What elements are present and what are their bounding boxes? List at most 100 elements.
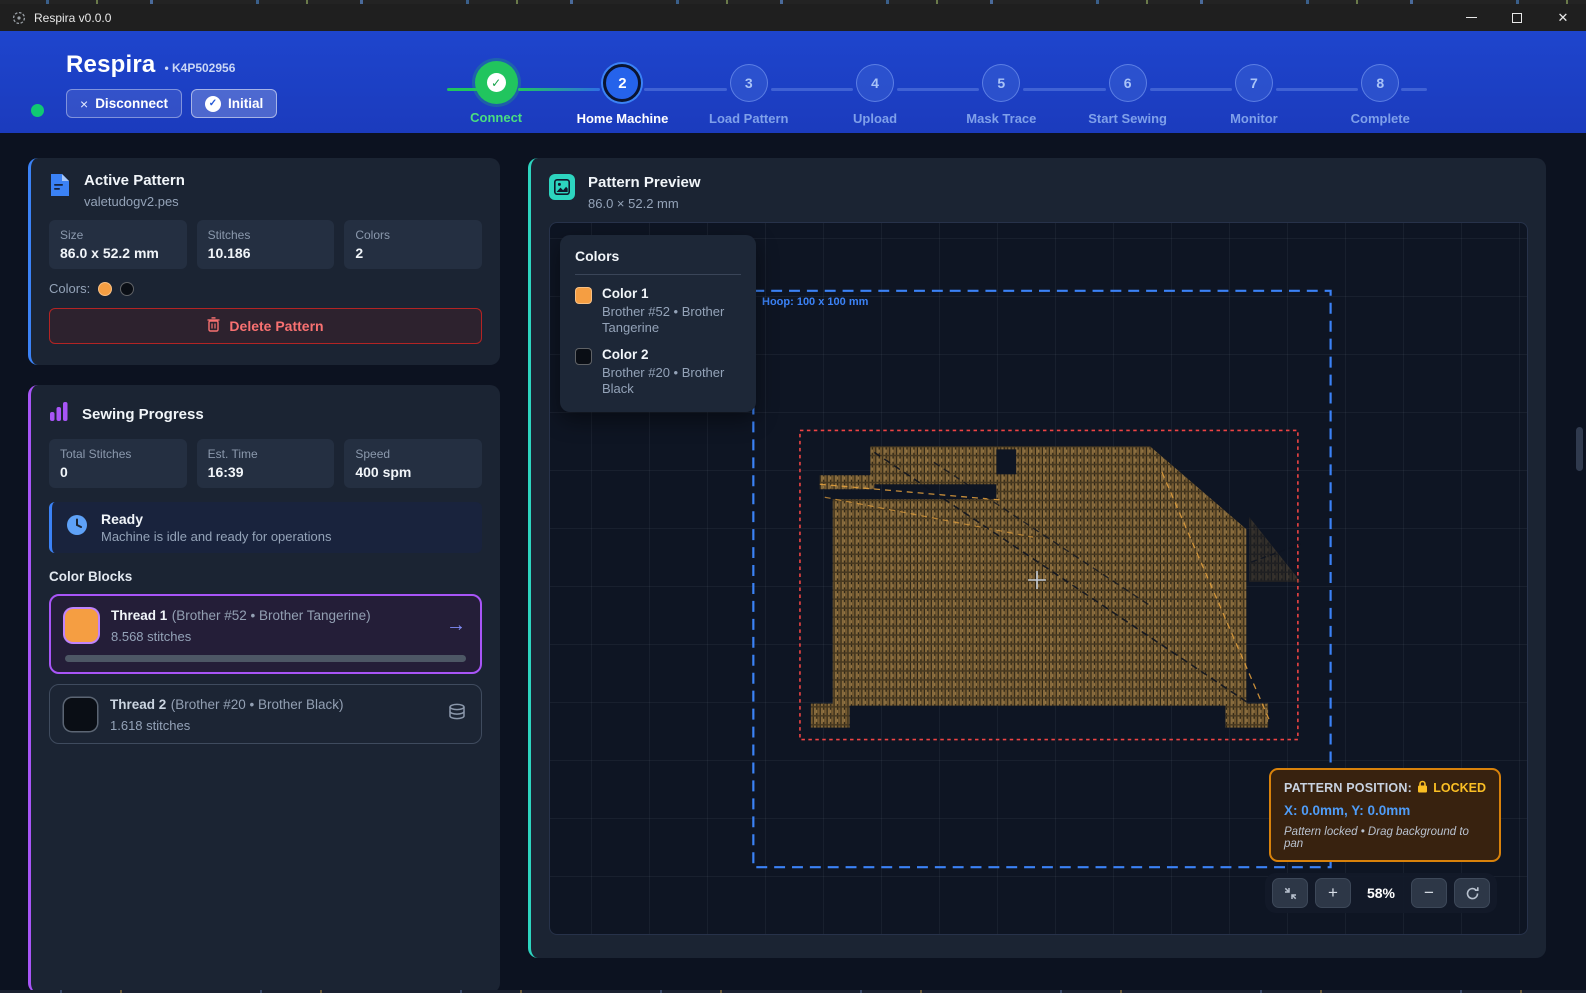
legend-color-detail: Brother #52 • Brother Tangerine [602, 304, 741, 337]
minus-icon: − [1424, 883, 1434, 903]
machine-serial: • K4P502956 [164, 61, 235, 75]
thread-block-1[interactable]: Thread 1 (Brother #52 • Brother Tangerin… [49, 594, 482, 674]
workflow-stepper: ✓ Connect 2 Home Machine 3 Load Pattern … [433, 55, 1443, 126]
stepper-connector [1023, 88, 1105, 91]
check-circle-icon: ✓ [205, 96, 221, 112]
step-label: Complete [1351, 111, 1410, 126]
bar-chart-icon [49, 401, 69, 428]
refresh-icon [1465, 886, 1480, 901]
arrow-right-icon: → [446, 614, 466, 637]
legend-title: Colors [575, 248, 741, 264]
stepper-stub-right [1401, 88, 1427, 91]
stat-value: 2 [355, 245, 471, 261]
app-icon [12, 11, 26, 25]
stepper-connector [644, 88, 726, 91]
main-content: Active Pattern valetudogv2.pes Size 86.0… [0, 133, 1586, 993]
scrollbar-thumb[interactable] [1576, 427, 1583, 471]
machine-status-box: Ready Machine is idle and ready for oper… [49, 502, 482, 553]
pattern-filename: valetudogv2.pes [84, 194, 185, 209]
card-title: Sewing Progress [82, 406, 204, 423]
connection-status-dot [31, 104, 44, 117]
close-button[interactable]: ✕ [1540, 4, 1586, 31]
stat-label: Est. Time [208, 447, 324, 461]
stat-total-stitches: Total Stitches 0 [49, 439, 187, 488]
clock-icon [65, 513, 89, 542]
stat-est-time: Est. Time 16:39 [197, 439, 335, 488]
thread-2-swatch [64, 698, 97, 731]
zoom-controls: + 58% − [1265, 873, 1497, 913]
thread-progress-bar [65, 655, 466, 662]
header-left: Respira • K4P502956 × Disconnect ✓ Initi… [66, 51, 277, 118]
color-blocks-label: Color Blocks [49, 569, 482, 584]
stat-colors: Colors 2 [344, 220, 482, 269]
close-x-icon: × [80, 96, 88, 112]
window-controls: ✕ [1448, 4, 1586, 31]
step-number: 8 [1361, 64, 1399, 102]
hoop-size-label: Hoop: 100 x 100 mm [762, 296, 868, 308]
thread-detail: (Brother #52 • Brother Tangerine) [172, 608, 371, 623]
thread-detail: (Brother #20 • Brother Black) [171, 697, 344, 712]
reset-view-button[interactable] [1454, 878, 1490, 908]
step-label: Home Machine [577, 111, 669, 126]
preview-canvas[interactable]: Hoop: 100 x 100 mm Colors Color 1 Brothe… [549, 222, 1528, 935]
stat-label: Speed [355, 447, 471, 461]
zoom-out-button[interactable]: − [1411, 878, 1447, 908]
stat-value: 10.186 [208, 245, 324, 261]
stat-value: 16:39 [208, 464, 324, 480]
app-name: Respira [66, 51, 155, 79]
status-title: Ready [101, 511, 332, 527]
card-title: Pattern Preview [588, 174, 701, 191]
stepper-connector [1276, 88, 1358, 91]
file-icon [49, 172, 71, 203]
image-icon [549, 174, 575, 200]
thread-stitch-count: 8.568 stitches [111, 629, 371, 644]
step-number: 2 [603, 64, 641, 102]
stat-label: Colors [355, 228, 471, 242]
maximize-button[interactable] [1494, 4, 1540, 31]
delete-pattern-button[interactable]: Delete Pattern [49, 308, 482, 344]
colors-legend: Colors Color 1 Brother #52 • Brother Tan… [560, 235, 756, 412]
thread-block-2[interactable]: Thread 2 (Brother #20 • Brother Black) 1… [49, 684, 482, 744]
left-column: Active Pattern valetudogv2.pes Size 86.0… [28, 158, 500, 993]
legend-entry-2: Color 2 Brother #20 • Brother Black [575, 347, 741, 398]
thread-stitch-count: 1.618 stitches [110, 718, 344, 733]
thread-name: Thread 2 [110, 697, 166, 712]
pattern-position-overlay: PATTERN POSITION: LOCKED X: 0.0mm, Y: 0.… [1269, 768, 1501, 862]
stat-value: 86.0 x 52.2 mm [60, 245, 176, 261]
initial-label: Initial [228, 96, 263, 111]
legend-color-name: Color 1 [602, 286, 741, 301]
legend-divider [575, 274, 741, 275]
trash-icon [207, 317, 220, 335]
step-number: 7 [1235, 64, 1273, 102]
lock-state-badge: LOCKED [1433, 781, 1486, 795]
zoom-in-button[interactable]: + [1315, 878, 1351, 908]
initial-button[interactable]: ✓ Initial [191, 89, 277, 118]
step-label: Mask Trace [966, 111, 1036, 126]
legend-entry-1: Color 1 Brother #52 • Brother Tangerine [575, 286, 741, 337]
stat-size: Size 86.0 x 52.2 mm [49, 220, 187, 269]
legend-swatch-2 [575, 348, 592, 365]
stat-label: Total Stitches [60, 447, 176, 461]
active-pattern-card: Active Pattern valetudogv2.pes Size 86.0… [28, 158, 500, 365]
position-title: PATTERN POSITION: [1284, 781, 1412, 795]
window-scrollbar[interactable] [1576, 140, 1584, 985]
lock-icon [1417, 780, 1428, 796]
color-swatch-2 [120, 282, 134, 296]
pattern-preview-card: Pattern Preview 86.0 × 52.2 mm [528, 158, 1546, 958]
fit-to-screen-button[interactable] [1272, 878, 1308, 908]
colors-label: Colors: [49, 281, 90, 296]
stepper-connector [518, 88, 600, 91]
check-icon: ✓ [487, 73, 506, 92]
step-number: 3 [730, 64, 768, 102]
step-label: Load Pattern [709, 111, 788, 126]
position-hint: Pattern locked • Drag background to pan [1284, 826, 1486, 850]
disconnect-button[interactable]: × Disconnect [66, 89, 182, 118]
step-number: 5 [982, 64, 1020, 102]
legend-color-detail: Brother #20 • Brother Black [602, 365, 741, 398]
header: Respira • K4P502956 × Disconnect ✓ Initi… [0, 31, 1586, 133]
stepper-connector [771, 88, 853, 91]
position-coordinates: X: 0.0mm, Y: 0.0mm [1284, 803, 1486, 818]
titlebar: Respira v0.0.0 ✕ [0, 4, 1586, 31]
minimize-button[interactable] [1448, 4, 1494, 31]
card-title: Active Pattern [84, 172, 185, 189]
